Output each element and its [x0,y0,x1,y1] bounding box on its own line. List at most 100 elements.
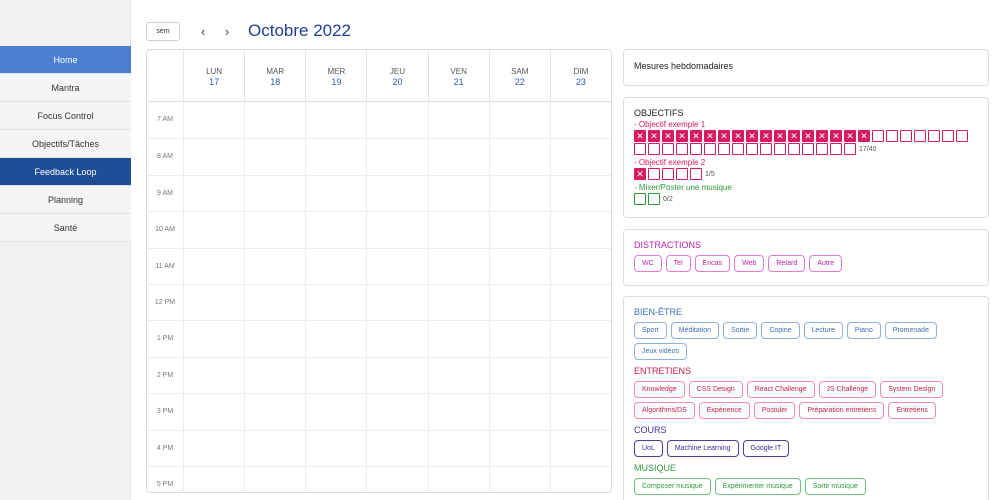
tag-uol[interactable]: UoL [634,440,663,457]
sidebar-item-objectifs-taches[interactable]: Objectifs/Tâches [0,130,131,158]
empty-box-icon[interactable] [802,143,814,155]
checked-box-icon[interactable]: ✕ [746,130,758,142]
checked-box-icon[interactable]: ✕ [760,130,772,142]
checked-box-icon[interactable]: ✕ [816,130,828,142]
distraction-tag-tel[interactable]: Tel [665,255,691,272]
sidebar-item-mantra[interactable]: Mantra [0,74,131,102]
time-row[interactable]: 2 PM [147,356,611,393]
day-header-jeu[interactable]: JEU 20 [366,50,427,102]
tag-jeux-videos[interactable]: Jeux vidéos [634,343,687,360]
tag-system-design[interactable]: System Design [880,381,944,398]
checked-box-icon[interactable]: ✕ [704,130,716,142]
distraction-tag-autre[interactable]: Autre [809,255,843,272]
empty-box-icon[interactable] [886,130,898,142]
day-header-lun[interactable]: LUN 17 [183,50,244,102]
empty-box-icon[interactable] [662,143,674,155]
empty-box-icon[interactable] [900,130,912,142]
empty-box-icon[interactable] [732,143,744,155]
distraction-tag-encas[interactable]: Encas [694,255,731,272]
tag-entretiens[interactable]: Entretiens [888,402,936,419]
distraction-tag-web[interactable]: Web [734,255,765,272]
empty-box-icon[interactable] [788,143,800,155]
time-row[interactable]: 3 PM [147,393,611,429]
tag-sport[interactable]: Sport [634,322,667,339]
chevron-left-icon[interactable]: ‹ [194,22,212,40]
week-view-button[interactable]: sem [146,21,180,41]
empty-box-icon[interactable] [634,143,646,155]
empty-box-icon[interactable] [746,143,758,155]
sidebar-item-sante[interactable]: Santé [0,214,131,242]
empty-box-icon[interactable] [928,130,940,142]
time-row[interactable]: 1 PM [147,320,611,356]
checked-box-icon[interactable]: ✕ [676,130,688,142]
checked-box-icon[interactable]: ✕ [634,130,646,142]
empty-box-icon[interactable] [676,143,688,155]
tag-experimenter-musique[interactable]: Expérimenter musique [714,478,801,495]
tag-knowledge[interactable]: Knowledge [634,381,685,398]
tag-sortie[interactable]: Sortie [723,322,758,339]
tag-google-it[interactable]: Google IT [742,440,790,457]
empty-box-icon[interactable] [634,193,646,205]
tag-promenade[interactable]: Promenade [884,322,937,339]
checked-box-icon[interactable]: ✕ [802,130,814,142]
checked-box-icon[interactable]: ✕ [662,130,674,142]
time-row[interactable]: 8 AM [147,138,611,174]
empty-box-icon[interactable] [704,143,716,155]
time-row[interactable]: 7 AM [147,102,611,138]
sidebar-item-home[interactable]: Home [0,46,131,74]
time-row[interactable]: 10 AM [147,211,611,247]
empty-box-icon[interactable] [844,143,856,155]
empty-box-icon[interactable] [830,143,842,155]
day-header-ven[interactable]: VEN 21 [427,50,489,102]
distraction-tag-retard[interactable]: Retard [768,255,806,272]
chevron-right-icon[interactable]: › [218,22,236,40]
tag-experience[interactable]: Expérience [698,402,750,419]
time-row[interactable]: 4 PM [147,429,611,466]
distraction-tag-wc[interactable]: WC [634,255,662,272]
checked-box-icon[interactable]: ✕ [774,130,786,142]
checked-box-icon[interactable]: ✕ [830,130,842,142]
time-row[interactable]: 9 AM [147,174,611,211]
empty-box-icon[interactable] [676,168,688,180]
time-row[interactable]: 12 PM [147,284,611,320]
tag-piano[interactable]: Piano [846,322,881,339]
day-header-sam[interactable]: SAM 22 [488,50,550,102]
empty-box-icon[interactable] [648,193,660,205]
empty-box-icon[interactable] [662,168,674,180]
calendar-grid[interactable]: 7 AM 8 AM 9 AM 10 AM 11 AM 12 PM 1 PM 2 PM 3 PM 4… [147,102,611,492]
tag-postuler[interactable]: Postuler [753,402,796,419]
tag-machine-learning[interactable]: Machine Learning [666,440,739,457]
empty-box-icon[interactable] [942,130,954,142]
sidebar-item-planning[interactable]: Planning [0,186,131,214]
empty-box-icon[interactable] [648,143,660,155]
checked-box-icon[interactable]: ✕ [718,130,730,142]
empty-box-icon[interactable] [690,168,702,180]
checked-box-icon[interactable]: ✕ [634,168,646,180]
empty-box-icon[interactable] [872,130,884,142]
checked-box-icon[interactable]: ✕ [858,130,870,142]
tag-composer-musique[interactable]: Composer musique [634,478,711,495]
time-row[interactable]: 5 PM [147,466,611,492]
tag-algorithms-ds[interactable]: Algorithms/DS [634,402,695,419]
checked-box-icon[interactable]: ✕ [788,130,800,142]
time-row[interactable]: 11 AM [147,247,611,284]
empty-box-icon[interactable] [648,168,660,180]
empty-box-icon[interactable] [774,143,786,155]
empty-box-icon[interactable] [914,130,926,142]
empty-box-icon[interactable] [718,143,730,155]
checked-box-icon[interactable]: ✕ [690,130,702,142]
tag-sortir-musique[interactable]: Sortir musique [804,478,866,495]
empty-box-icon[interactable] [956,130,968,142]
day-header-mar[interactable]: MAR 18 [244,50,305,102]
empty-box-icon[interactable] [816,143,828,155]
day-header-mer[interactable]: MER 19 [305,50,366,102]
checked-box-icon[interactable]: ✕ [648,130,660,142]
tag-react-challenge[interactable]: React Challenge [746,381,815,398]
empty-box-icon[interactable] [690,143,702,155]
checked-box-icon[interactable]: ✕ [844,130,856,142]
checked-box-icon[interactable]: ✕ [732,130,744,142]
sidebar-item-feedback-loop[interactable]: Feedback Loop [0,158,131,186]
tag-js-challenge[interactable]: JS Challenge [818,381,877,398]
empty-box-icon[interactable] [760,143,772,155]
tag-meditation[interactable]: Méditation [670,322,720,339]
